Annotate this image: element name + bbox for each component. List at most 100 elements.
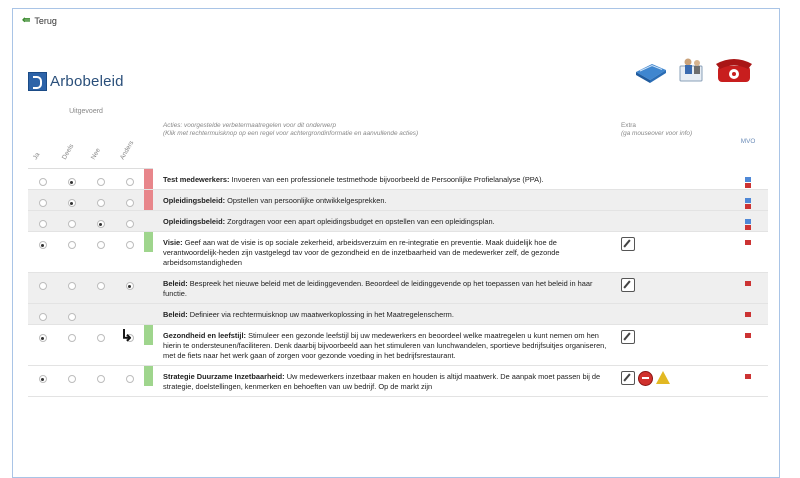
mvo-indicator bbox=[745, 219, 752, 224]
extra-cell bbox=[615, 365, 729, 397]
action-cell[interactable]: Opleidingsbeleid: Opstellen van persoonl… bbox=[153, 189, 616, 211]
priority-bar-cell bbox=[144, 168, 154, 190]
action-cell[interactable]: Beleid: Bespreek het nieuwe beleid met d… bbox=[153, 272, 616, 304]
status-radio-ja[interactable] bbox=[38, 220, 47, 228]
col-header-deels: Deels bbox=[60, 143, 76, 161]
extra-header-text: Extra bbox=[621, 122, 636, 129]
action-cell[interactable]: Beleid: Definieer via rechtermuisknop uw… bbox=[153, 303, 616, 325]
status-cell bbox=[86, 303, 115, 325]
action-text: Invoeren van een professionele testmetho… bbox=[231, 174, 544, 184]
status-radio-deels[interactable] bbox=[67, 220, 76, 228]
status-cell bbox=[57, 189, 86, 211]
status-cell bbox=[57, 168, 86, 190]
back-label: Terug bbox=[34, 15, 57, 26]
status-radio-deels[interactable] bbox=[67, 313, 76, 321]
people-icon[interactable] bbox=[679, 58, 703, 82]
col-header-nee: Nee bbox=[89, 147, 102, 161]
edit-note-icon[interactable] bbox=[621, 237, 636, 251]
mvo-cell bbox=[728, 231, 769, 273]
action-cell[interactable]: Strategie Duurzame Inzetbaarheid: Uw med… bbox=[153, 365, 616, 397]
status-radio-deels[interactable] bbox=[67, 199, 76, 207]
mvo-indicator bbox=[745, 281, 752, 286]
back-link[interactable]: ⇚ Terug bbox=[22, 15, 57, 26]
status-radio-deels[interactable] bbox=[67, 178, 76, 186]
status-radio-anders[interactable] bbox=[125, 241, 134, 249]
table-row[interactable]: Beleid: Bespreek het nieuwe beleid met d… bbox=[28, 272, 769, 304]
mvo-indicator bbox=[745, 198, 752, 203]
status-radio-nee[interactable] bbox=[96, 282, 105, 290]
action-cell[interactable]: Gezondheid en leefstijl: Stimuleer een g… bbox=[153, 324, 616, 366]
table-row[interactable]: Beleid: Definieer via rechtermuisknop uw… bbox=[28, 303, 769, 325]
status-cell bbox=[115, 189, 145, 211]
priority-bar-cell bbox=[144, 365, 154, 397]
status-cell bbox=[86, 365, 115, 397]
mvo-cell bbox=[728, 324, 769, 366]
status-cell bbox=[57, 324, 86, 366]
action-header-hint: (Klik met rechtermuisknop op een regel v… bbox=[163, 130, 419, 137]
book-icon[interactable] bbox=[636, 64, 666, 83]
status-radio-nee[interactable] bbox=[96, 334, 105, 342]
status-radio-ja[interactable] bbox=[38, 178, 47, 186]
status-radio-nee[interactable] bbox=[96, 220, 105, 228]
status-radio-ja[interactable] bbox=[38, 241, 47, 249]
phone-icon[interactable] bbox=[716, 59, 752, 82]
edit-note-icon[interactable] bbox=[621, 371, 636, 385]
status-cell bbox=[115, 231, 145, 273]
status-radio-ja[interactable] bbox=[38, 282, 47, 290]
status-radio-deels[interactable] bbox=[67, 241, 76, 249]
priority-bar bbox=[144, 211, 153, 231]
edit-note-icon[interactable] bbox=[621, 330, 636, 344]
action-cell[interactable]: Opleidingsbeleid: Zorgdragen voor een ap… bbox=[153, 210, 616, 232]
status-radio-ja[interactable] bbox=[38, 334, 47, 342]
action-text: Definieer via rechtermuisknop uw maatwer… bbox=[189, 310, 454, 319]
status-radio-ja[interactable] bbox=[38, 199, 47, 207]
status-radio-anders[interactable] bbox=[125, 220, 134, 228]
action-cell[interactable]: Test medewerkers: Invoeren van een profe… bbox=[153, 168, 616, 190]
priority-bar bbox=[144, 169, 154, 189]
status-radio-nee[interactable] bbox=[96, 178, 105, 186]
mvo-indicator bbox=[745, 333, 752, 338]
status-radio-anders[interactable] bbox=[125, 375, 134, 383]
table-row[interactable]: Opleidingsbeleid: Zorgdragen voor een ap… bbox=[28, 210, 769, 232]
mvo-cell bbox=[728, 189, 769, 211]
status-radio-ja[interactable] bbox=[38, 375, 47, 383]
table-row[interactable]: Strategie Duurzame Inzetbaarheid: Uw med… bbox=[28, 365, 769, 397]
status-radio-ja[interactable] bbox=[38, 313, 47, 321]
status-cell bbox=[86, 210, 115, 232]
stop-icon[interactable] bbox=[638, 371, 654, 386]
status-radio-deels[interactable] bbox=[67, 375, 76, 383]
header-icons bbox=[636, 58, 752, 83]
status-cell bbox=[28, 303, 57, 325]
status-radio-anders[interactable] bbox=[125, 199, 134, 207]
status-cell bbox=[28, 272, 57, 304]
table-body: Test medewerkers: Invoeren van een profe… bbox=[28, 168, 769, 397]
action-cell[interactable]: Visie: Geef aan wat de visie is op socia… bbox=[153, 231, 616, 273]
status-radio-deels[interactable] bbox=[67, 282, 76, 290]
extra-cell bbox=[615, 210, 729, 232]
status-radio-anders[interactable] bbox=[125, 282, 134, 290]
mvo-cell bbox=[728, 303, 769, 325]
table-row[interactable]: Visie: Geef aan wat de visie is op socia… bbox=[28, 231, 769, 273]
table-row[interactable]: Opleidingsbeleid: Opstellen van persoonl… bbox=[28, 189, 769, 211]
status-radio-nee[interactable] bbox=[96, 199, 105, 207]
action-title: Opleidingsbeleid: bbox=[163, 196, 226, 205]
status-cell bbox=[57, 365, 86, 397]
status-cell bbox=[86, 168, 115, 190]
warning-icon[interactable] bbox=[656, 371, 671, 384]
status-radio-nee[interactable] bbox=[96, 241, 105, 249]
status-cell bbox=[86, 231, 115, 273]
extra-cell bbox=[615, 231, 729, 273]
priority-bar bbox=[144, 304, 153, 324]
priority-bar bbox=[144, 190, 154, 210]
action-text: Opstellen van persoonlijke ontwikkelgesp… bbox=[227, 196, 387, 205]
action-header-text: Acties: voorgestelde verbetermaatregelen… bbox=[163, 122, 337, 129]
table-row[interactable]: Gezondheid en leefstijl: Stimuleer een g… bbox=[28, 324, 769, 366]
edit-note-icon[interactable] bbox=[621, 278, 636, 292]
status-cell bbox=[115, 210, 145, 232]
table-row[interactable]: Test medewerkers: Invoeren van een profe… bbox=[28, 168, 769, 190]
status-radio-anders[interactable] bbox=[125, 178, 134, 186]
status-radio-deels[interactable] bbox=[67, 334, 76, 342]
return-arrow-icon: ↳ bbox=[120, 328, 134, 345]
extra-header-hint: (ga mouseover voor info) bbox=[621, 130, 693, 137]
status-radio-nee[interactable] bbox=[96, 375, 105, 383]
